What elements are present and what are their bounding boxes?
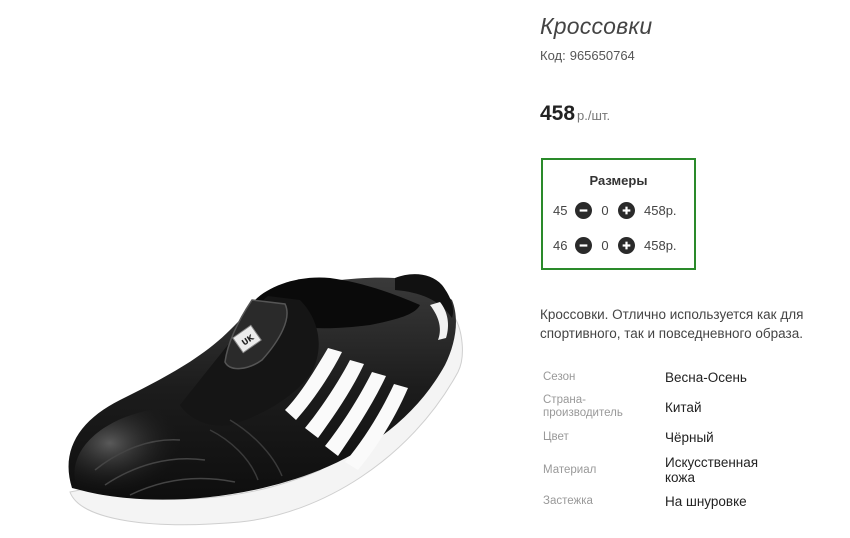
quantity-value: 0: [601, 237, 609, 253]
attribute-value: Чёрный: [665, 430, 714, 445]
price-unit: р./шт.: [577, 108, 611, 123]
sizes-panel: Размеры 45 0 458р. 46 0 458р.: [541, 158, 696, 270]
product-image: UK: [0, 0, 525, 538]
attribute-label: Застежка: [543, 495, 593, 507]
attribute-label: Страна-производитель: [543, 394, 623, 419]
size-price: 458р.: [644, 202, 677, 218]
code-label: Код:: [540, 48, 566, 63]
shoe-illustration: UK: [68, 274, 463, 526]
attribute-row-country: Страна-производитель Китай: [543, 394, 843, 420]
code-value: 965650764: [569, 48, 635, 63]
attribute-value: На шнуровке: [665, 494, 747, 509]
product-description: Кроссовки. Отлично используется как для …: [540, 307, 804, 341]
product-code: Код: 965650764: [540, 48, 635, 63]
attribute-label: Цвет: [543, 431, 569, 443]
attribute-label: Сезон: [543, 371, 576, 383]
attribute-row-fastener: Застежка На шнуровке: [543, 494, 843, 509]
size-price: 458р.: [644, 237, 677, 253]
price-value: 458: [540, 102, 576, 125]
attribute-value: Весна-Осень: [665, 370, 747, 385]
size-row: 45 0 458р.: [553, 200, 677, 220]
minus-circle-icon[interactable]: [575, 236, 592, 254]
size-row: 46 0 458р.: [553, 235, 677, 255]
price: 458 р./шт.: [540, 102, 610, 126]
quantity-value: 0: [601, 202, 609, 218]
product-title: Кроссовки: [540, 13, 653, 39]
minus-circle-icon[interactable]: [575, 201, 592, 219]
attribute-row-material: Материал Искусственная кожа: [543, 455, 843, 485]
size-number: 45: [553, 202, 568, 218]
attribute-value: Искусственная кожа: [665, 455, 759, 485]
sizes-title: Размеры: [589, 173, 648, 188]
attribute-value: Китай: [665, 399, 702, 415]
attribute-row-color: Цвет Чёрный: [543, 430, 843, 445]
plus-circle-icon[interactable]: [618, 201, 635, 219]
plus-circle-icon[interactable]: [618, 236, 635, 254]
attribute-label: Материал: [543, 463, 597, 476]
attribute-row-season: Сезон Весна-Осень: [543, 370, 843, 385]
product-info: Кроссовки Код: 965650764 458 р./шт. Размер…: [540, 0, 845, 538]
size-number: 46: [553, 237, 568, 253]
